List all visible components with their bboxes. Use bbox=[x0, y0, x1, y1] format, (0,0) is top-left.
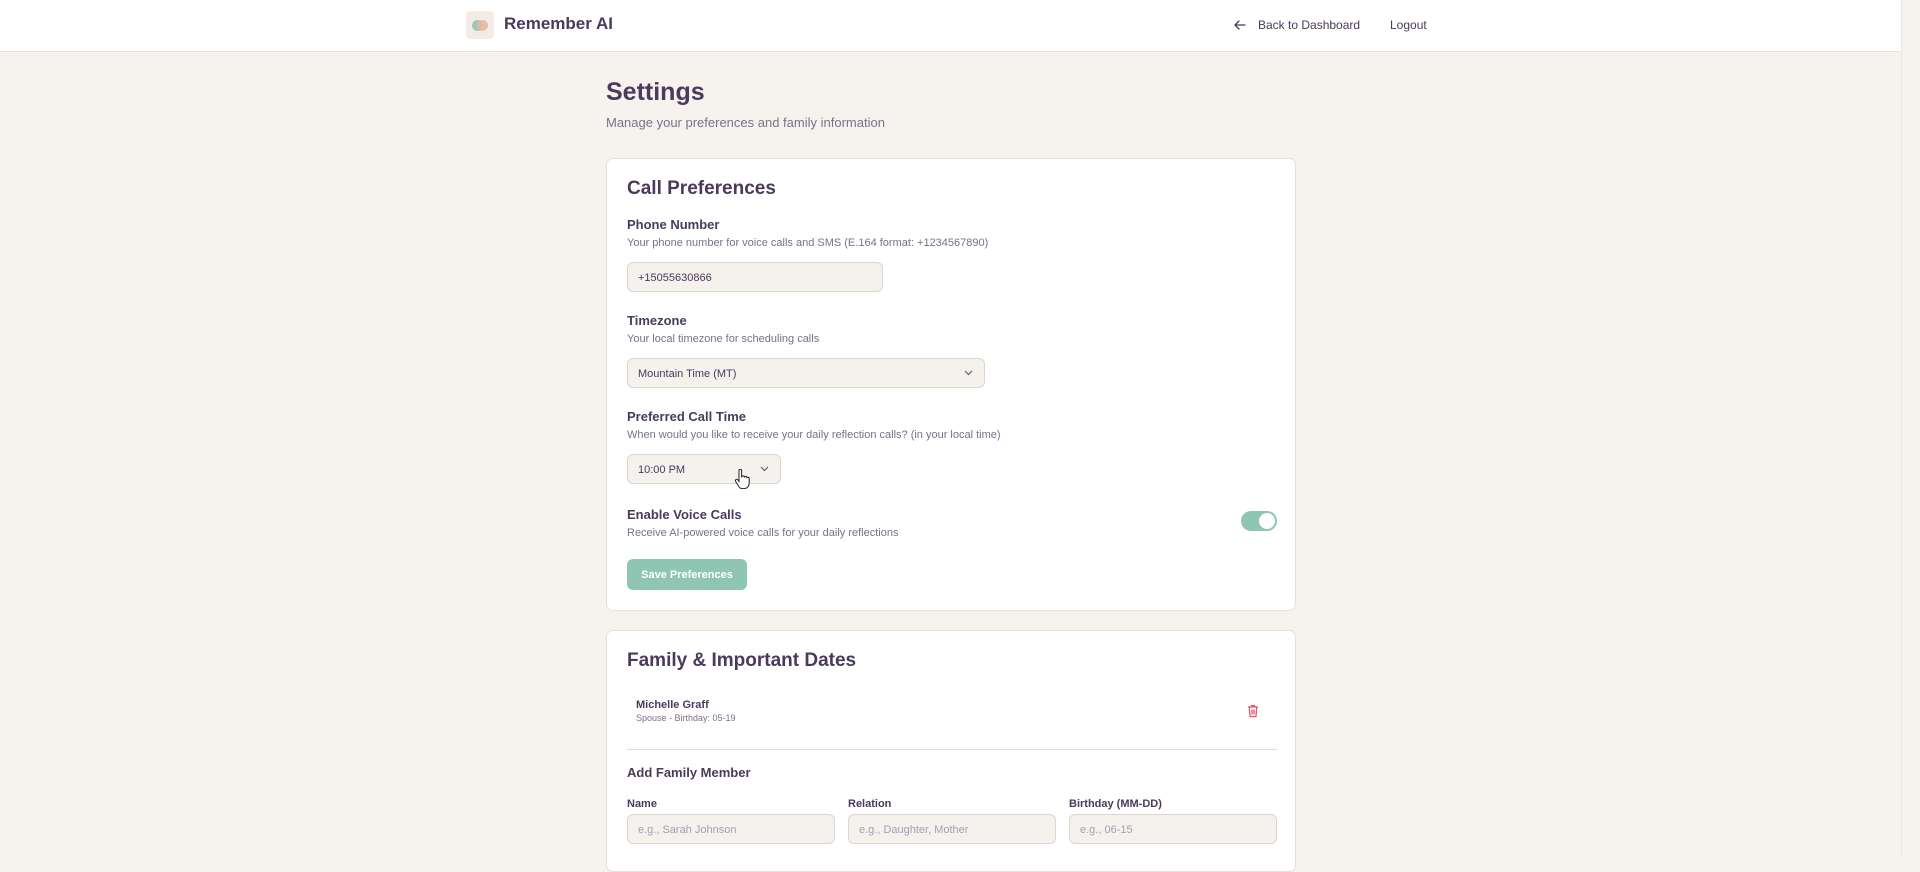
relation-label: Relation bbox=[848, 798, 892, 810]
phone-help: Your phone number for voice calls and SM… bbox=[627, 237, 989, 249]
timezone-help: Your local timezone for scheduling calls bbox=[627, 333, 820, 345]
arrow-left-icon bbox=[1234, 20, 1246, 30]
timezone-value: Mountain Time (MT) bbox=[638, 368, 737, 380]
timezone-select[interactable]: Mountain Time (MT) bbox=[627, 358, 985, 388]
card-title: Call Preferences bbox=[627, 178, 776, 199]
relation-input[interactable]: e.g., Daughter, Mother bbox=[848, 814, 1056, 844]
phone-input[interactable]: +15055630866 bbox=[627, 262, 883, 292]
voice-calls-help: Receive AI-powered voice calls for your … bbox=[627, 527, 899, 539]
call-time-select[interactable]: 10:00 PM bbox=[627, 454, 781, 484]
birthday-input[interactable]: e.g., 06-15 bbox=[1069, 814, 1277, 844]
birthday-label: Birthday (MM-DD) bbox=[1069, 798, 1162, 810]
page-subtitle: Manage your preferences and family infor… bbox=[606, 115, 885, 130]
save-preferences-button[interactable]: Save Preferences bbox=[627, 559, 747, 590]
divider bbox=[627, 749, 1277, 750]
toggle-knob bbox=[1259, 513, 1275, 529]
scrollbar[interactable] bbox=[1901, 0, 1920, 858]
brand-name: Remember AI bbox=[504, 14, 613, 33]
voice-calls-label: Enable Voice Calls bbox=[627, 507, 742, 522]
name-label: Name bbox=[627, 798, 657, 810]
chevron-down-icon bbox=[760, 466, 769, 472]
back-to-dashboard-link[interactable]: Back to Dashboard bbox=[1234, 18, 1360, 32]
logout-link[interactable]: Logout bbox=[1390, 18, 1427, 32]
timezone-label: Timezone bbox=[627, 313, 687, 328]
top-nav-bar: Remember AI Back to Dashboard Logout bbox=[0, 0, 1902, 52]
card-title: Family & Important Dates bbox=[627, 650, 857, 671]
family-member-detail: Spouse - Birthday: 05-19 bbox=[636, 713, 736, 723]
chevron-down-icon bbox=[964, 370, 973, 376]
call-preferences-card: Call Preferences Phone Number Your phone… bbox=[606, 158, 1296, 611]
call-time-label: Preferred Call Time bbox=[627, 409, 746, 424]
family-card: Family & Important Dates Michelle Graff … bbox=[606, 630, 1296, 872]
family-member-name: Michelle Graff bbox=[636, 699, 709, 711]
back-to-dashboard-label: Back to Dashboard bbox=[1258, 18, 1361, 32]
page-title: Settings bbox=[606, 78, 705, 106]
pointer-cursor-icon bbox=[734, 469, 750, 489]
add-family-title: Add Family Member bbox=[627, 765, 751, 780]
phone-label: Phone Number bbox=[627, 217, 720, 232]
name-input[interactable]: e.g., Sarah Johnson bbox=[627, 814, 835, 844]
trash-icon[interactable] bbox=[1247, 704, 1259, 718]
voice-calls-toggle[interactable] bbox=[1241, 511, 1277, 531]
call-time-help: When would you like to receive your dail… bbox=[627, 429, 1001, 441]
call-time-value: 10:00 PM bbox=[638, 464, 686, 476]
logo-icon bbox=[466, 11, 494, 39]
